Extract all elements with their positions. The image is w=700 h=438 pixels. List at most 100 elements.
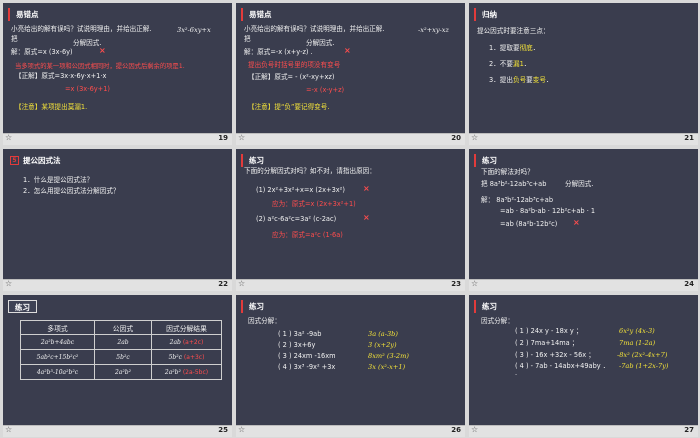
cell: 4a²b³-10a²b²c xyxy=(20,364,95,380)
star-icon: ☆ xyxy=(238,133,246,142)
text-line: 把 8a³b²-12ab³c+ab xyxy=(481,180,547,188)
answer-1: 6x²y (4x-3) xyxy=(619,327,655,335)
section-index: 5 xyxy=(10,156,19,165)
point-1: 1．提取要彻底． xyxy=(489,44,540,52)
slide-number: 27 xyxy=(684,426,694,434)
correction-1: 应为：原式=x (2x+3x²+1) xyxy=(272,200,356,208)
text-line: 把 xyxy=(11,35,18,43)
star-icon: ☆ xyxy=(471,133,479,142)
answer-1: 3a (a-3b) xyxy=(368,330,398,338)
solution-line: =ab (8a²b-12b²c) xyxy=(500,220,558,228)
slide-header: 练习 xyxy=(474,300,501,313)
text-line: 因式分解： xyxy=(248,317,281,325)
explanation: 提出负号时括号里的项没有变号 xyxy=(248,61,341,69)
star-icon: ☆ xyxy=(5,133,13,142)
slide-27[interactable]: 练习 因式分解： ( 1 ) 24x y - 18x y ； 6x²y (4x-… xyxy=(469,295,698,437)
slide-header: 练习 xyxy=(241,300,268,313)
slide-footer: ☆ 27 xyxy=(469,425,698,437)
star-icon: ☆ xyxy=(471,279,479,288)
item-1: (1) 2x²+3x²+x=x (2x+3x²) xyxy=(256,186,345,194)
text-line: 分解因式. xyxy=(73,39,102,47)
exercise-3: ( 3 ) 24xm -16xm xyxy=(278,352,336,360)
slide-23[interactable]: 练习 下面的分解因式对吗？如不对，请指出原因： (1) 2x²+3x²+x=x … xyxy=(236,149,465,291)
slide-19[interactable]: 易错点 小亮给出的解有误吗？试说明理由，并给出正解. 3x²-6xy+x 把 分… xyxy=(3,3,232,145)
slide-number: 23 xyxy=(451,280,461,288)
slide-number: 19 xyxy=(218,134,228,142)
solution-line: =ab · 8a²b-ab · 12b²c+ab · 1 xyxy=(500,207,596,215)
wrong-mark-icon: × xyxy=(363,213,370,222)
col-polynomial: 多项式 xyxy=(20,320,95,335)
text-line: 小亮给出的解有误吗？试说明理由，并给出正解. xyxy=(244,25,385,33)
wrong-mark-icon: × xyxy=(573,218,580,227)
star-icon: ☆ xyxy=(471,425,479,434)
slide-number: 20 xyxy=(451,134,461,142)
slide-number: 26 xyxy=(451,426,461,434)
cell: 2a²b² (2a-5bc) xyxy=(151,364,222,380)
col-common-factor: 公因式 xyxy=(94,320,152,335)
exercise-4: ( 4 ) 3x³ -9x² +3x xyxy=(278,363,336,371)
slide-footer: ☆ 25 xyxy=(3,425,232,437)
text-line: 下面的分解因式对吗？如不对，请指出原因： xyxy=(244,167,376,175)
answer-2: 7ma (1-2a) xyxy=(619,339,656,347)
slide-number: 25 xyxy=(218,426,228,434)
correct-solution: 【正解】原式=3x·x-6y·x+1·x xyxy=(15,72,107,80)
text-line: 小亮给出的解有误吗？试说明理由，并给出正解. xyxy=(11,25,152,33)
text-line: 因式分解： xyxy=(481,317,514,325)
correction-2: 应为：原式=a²c (1-6a) xyxy=(272,231,343,239)
exercise-1: ( 1 ) 24x y - 18x y ； xyxy=(515,327,583,335)
star-icon: ☆ xyxy=(238,279,246,288)
correct-result: =x (3x-6y+1) xyxy=(65,85,110,93)
point-3: 3．提出负号要变号． xyxy=(489,76,553,84)
correct-result: =-x (x-y+z) xyxy=(306,86,345,94)
wrong-mark-icon: × xyxy=(363,184,370,193)
slide-number: 21 xyxy=(684,134,694,142)
slide-header: 5 提公因式法 xyxy=(8,154,65,167)
solution-line: 解： 8a³b²-12ab³c+ab xyxy=(481,196,554,204)
wrong-mark-icon: × xyxy=(344,46,351,55)
cell: 2ab xyxy=(94,334,152,350)
question-2: 2．怎么用提公因式法分解因式？ xyxy=(23,187,120,195)
exercise-2: ( 2 ) 7ma+14ma ； xyxy=(515,339,579,347)
slide-24[interactable]: 练习 下面的解法对吗？ 把 8a³b²-12ab³c+ab 分解因式. 解： 8… xyxy=(469,149,698,291)
point-2: 2．不要漏1． xyxy=(489,60,531,68)
answer-4: -7ab (1+2x-7y) xyxy=(619,362,669,370)
factor-table: 多项式 公因式 因式分解结果 2a²b+4abc 2ab 2ab (a+2c) … xyxy=(20,320,222,380)
table-row: 5ab²c+15b²c² 5b²c 5b²c (a+3c) xyxy=(20,349,222,365)
text-line: . xyxy=(515,369,518,377)
formula: -x²+xy-xz xyxy=(418,26,449,34)
cell: 5b²c xyxy=(94,349,152,365)
slide-header: 练习 xyxy=(241,154,268,167)
slide-header: 练习 xyxy=(8,300,37,313)
slide-22[interactable]: 5 提公因式法 1．什么是提公因式法？ 2．怎么用提公因式法分解因式？ ☆ 22 xyxy=(3,149,232,291)
slide-footer: ☆ 21 xyxy=(469,133,698,145)
note: 【注意】某项提出莫漏1. xyxy=(15,103,88,111)
exercise-2: ( 2 ) 3x+6y xyxy=(278,341,316,349)
cell: 5b²c (a+3c) xyxy=(151,349,222,365)
cell: 2a²b² xyxy=(94,364,152,380)
slide-header: 易错点 xyxy=(241,8,276,21)
correct-solution: 【正解】原式= - (x²-xy+xz) xyxy=(248,73,335,81)
answer-3: 8xm² (3-2m) xyxy=(368,352,409,360)
cell: 2a²b+4abc xyxy=(20,334,95,350)
explanation: 当多项式的某一项和公因式相同时，提公因式后剩余的项是1. xyxy=(15,63,185,70)
slide-footer: ☆ 20 xyxy=(236,133,465,145)
table-row: 4a²b³-10a²b²c 2a²b² 2a²b² (2a-5bc) xyxy=(20,364,222,380)
text-line: 提公因式时要注意三点： xyxy=(477,27,550,35)
text-line: 把 xyxy=(244,35,251,43)
formula: 3x²-6xy+x xyxy=(177,26,211,34)
exercise-4: ( 4 ) - 7ab - 14abx+49aby ． xyxy=(515,362,610,370)
text-line: 分解因式. xyxy=(565,180,594,188)
slide-number: 24 xyxy=(684,280,694,288)
text-line: 解：原式=-x (x+y-z) . xyxy=(244,48,313,56)
slide-25[interactable]: 练习 多项式 公因式 因式分解结果 2a²b+4abc 2ab 2ab (a+2… xyxy=(3,295,232,437)
slide-20[interactable]: 易错点 小亮给出的解有误吗？试说明理由，并给出正解. -x²+xy-xz 把 分… xyxy=(236,3,465,145)
exercise-1: ( 1 ) 3a² -9ab xyxy=(278,330,322,338)
col-result: 因式分解结果 xyxy=(151,320,222,335)
slide-21[interactable]: 归纳 提公因式时要注意三点： 1．提取要彻底． 2．不要漏1． 3．提出负号要变… xyxy=(469,3,698,145)
cell: 5ab²c+15b²c² xyxy=(20,349,95,365)
slide-footer: ☆ 19 xyxy=(3,133,232,145)
slide-footer: ☆ 23 xyxy=(236,279,465,291)
table-row: 2a²b+4abc 2ab 2ab (a+2c) xyxy=(20,334,222,350)
slide-26[interactable]: 练习 因式分解： ( 1 ) 3a² -9ab 3a (a-3b) ( 2 ) … xyxy=(236,295,465,437)
star-icon: ☆ xyxy=(5,425,13,434)
